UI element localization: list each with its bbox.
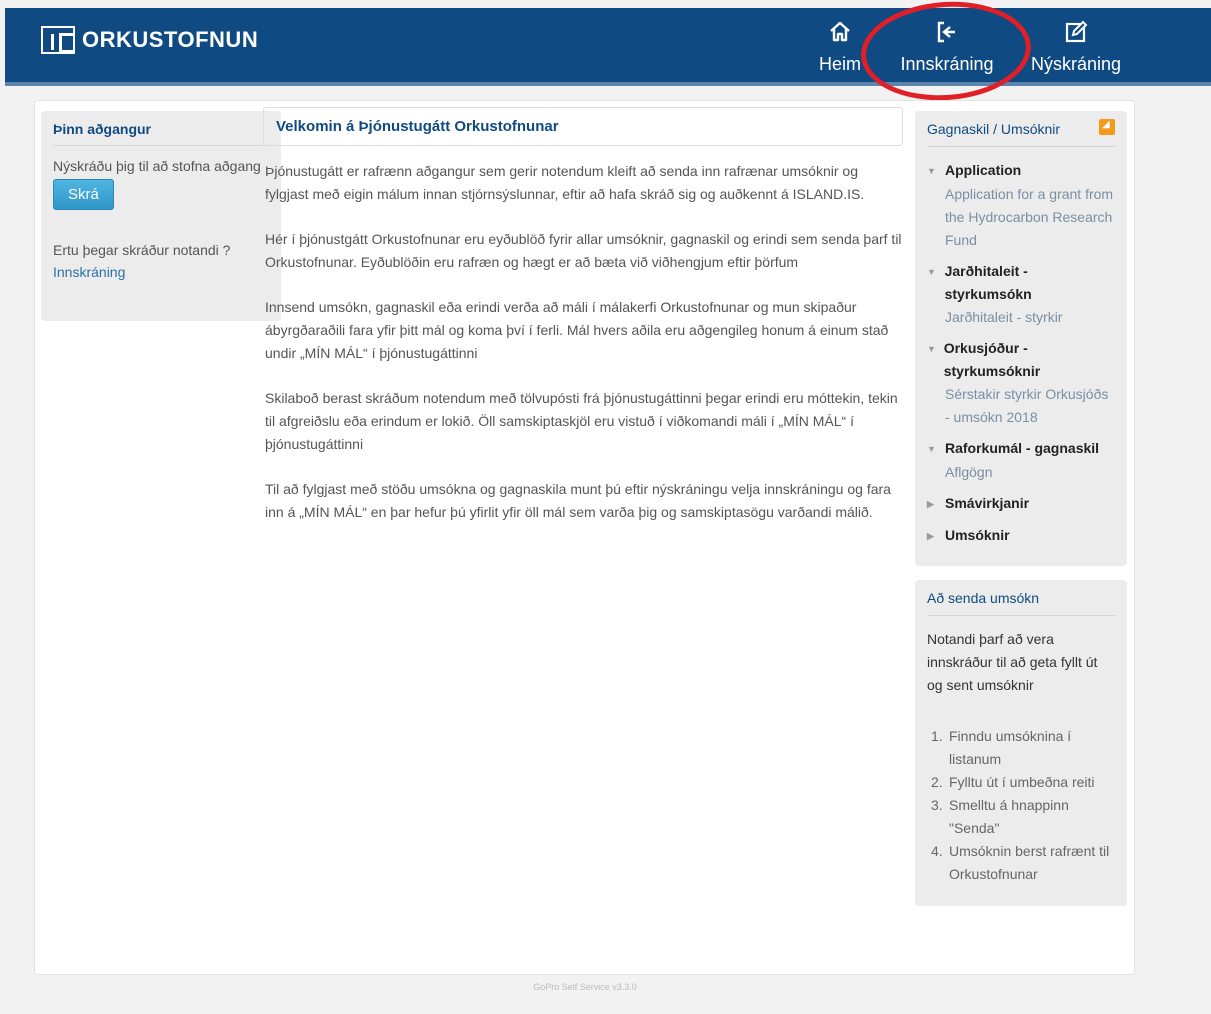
- notification-paragraph: Skilaboð berast skráðum notendum með töl…: [265, 390, 898, 452]
- nav-home[interactable]: Heim: [817, 20, 863, 75]
- expand-arrow-icon: ▶: [927, 499, 934, 509]
- signup-prompt-text: Nýskráðu þig til að stofna aðgang: [53, 158, 261, 174]
- right-sidebar: Gagnaskil / Umsóknir ▼ Application Appli…: [915, 111, 1127, 906]
- collapse-arrow-icon: ▼: [927, 267, 936, 277]
- category-toggle[interactable]: ▼ Orkusjóður - styrkumsóknir: [927, 337, 1115, 383]
- category-label: Jarðhitaleit - styrkumsókn: [944, 263, 1032, 302]
- category-raforkumal: ▼ Raforkumál - gagnaskil Aflgögn: [927, 437, 1115, 484]
- category-label: Umsóknir: [945, 527, 1010, 543]
- existing-user-question: Ertu þegar skráður notandi ?: [53, 242, 231, 258]
- category-label: Application: [945, 162, 1022, 178]
- nav-signup-label: Nýskráning: [1030, 54, 1122, 74]
- category-umsoknir: ▶ Umsóknir: [927, 524, 1115, 548]
- nav-home-label: Heim: [818, 54, 861, 74]
- list-item: 4. Umsóknin berst rafrænt til Orkustofnun…: [931, 843, 1110, 882]
- category-label: Smávirkjanir: [945, 495, 1030, 511]
- footer-version: GoPro Self Service v3.3.0: [533, 982, 637, 992]
- edit-icon: [1029, 20, 1123, 48]
- category-toggle[interactable]: ▶ Umsóknir: [927, 524, 1115, 548]
- orkustofnun-logo-icon: [41, 26, 75, 54]
- home-icon: [817, 20, 863, 48]
- nav-signup[interactable]: Nýskráning: [1029, 20, 1123, 75]
- intro-paragraph: Þjónustugátt er rafrænn aðgangur sem ger…: [265, 163, 865, 202]
- rss-icon[interactable]: [1099, 119, 1115, 135]
- main-container: Þinn aðgangur Nýskráðu þig til að stofna…: [34, 100, 1135, 975]
- list-item: 3. Smelltu á hnappinn "Senda": [931, 797, 1069, 836]
- applications-panel: Gagnaskil / Umsóknir ▼ Application Appli…: [915, 111, 1127, 566]
- welcome-content: Velkomin á Þjónustugátt Orkustofnunar Þj…: [263, 107, 903, 546]
- register-button[interactable]: Skrá: [53, 179, 114, 210]
- applications-panel-title: Gagnaskil / Umsóknir: [927, 119, 1115, 147]
- category-form-link[interactable]: Aflgögn: [945, 461, 1115, 484]
- category-orkusjodur: ▼ Orkusjóður - styrkumsóknir Sérstakir s…: [927, 337, 1115, 429]
- account-panel-title: Þinn aðgangur: [53, 121, 269, 146]
- category-smavirkjanir: ▶ Smávirkjanir: [927, 492, 1115, 516]
- steps-list: 1. Finndu umsóknina í listanum 2. Fylltu ú…: [927, 725, 1115, 886]
- how-to-send-title: Að senda umsókn: [927, 590, 1115, 616]
- list-item: 1. Finndu umsóknina í listanum: [931, 728, 1072, 767]
- logo[interactable]: ORKUSTOFNUN: [41, 26, 258, 54]
- account-panel: Þinn aðgangur Nýskráðu þig til að stofna…: [41, 111, 281, 321]
- category-form-link[interactable]: Sérstakir styrkir Orkusjóðs - umsókn 201…: [945, 383, 1115, 429]
- collapse-arrow-icon: ▼: [927, 166, 936, 176]
- category-toggle[interactable]: ▼ Jarðhitaleit - styrkumsókn: [927, 260, 1115, 306]
- logo-text: ORKUSTOFNUN: [82, 27, 259, 52]
- login-link[interactable]: Innskráning: [53, 261, 269, 283]
- category-jardhitaleit: ▼ Jarðhitaleit - styrkumsókn Jarðhitalei…: [927, 260, 1115, 329]
- collapse-arrow-icon: ▼: [927, 444, 936, 454]
- category-toggle[interactable]: ▶ Smávirkjanir: [927, 492, 1115, 516]
- expand-arrow-icon: ▶: [927, 531, 934, 541]
- category-toggle[interactable]: ▼ Application: [927, 159, 1115, 183]
- category-form-link[interactable]: Application for a grant from the Hydroca…: [945, 183, 1115, 252]
- category-label: Raforkumál - gagnaskil: [945, 440, 1100, 456]
- how-to-send-text: Notandi þarf að vera innskráður til að g…: [927, 631, 1098, 693]
- how-to-send-panel: Að senda umsókn Notandi þarf að vera inn…: [915, 580, 1127, 906]
- category-label: Orkusjóður - styrkumsóknir: [943, 340, 1041, 379]
- applications-title-text: Gagnaskil / Umsóknir: [927, 121, 1061, 137]
- category-toggle[interactable]: ▼ Raforkumál - gagnaskil: [927, 437, 1115, 461]
- category-form-link[interactable]: Jarðhitaleit - styrkir: [945, 306, 1115, 329]
- collapse-arrow-icon: ▼: [927, 344, 936, 354]
- forms-paragraph: Hér í þjónustgátt Orkustofnunar eru eyðu…: [265, 231, 902, 270]
- tracking-paragraph: Til að fylgjast með stöðu umsókna og gag…: [265, 481, 891, 520]
- submission-paragraph: Innsend umsókn, gagnaskil eða erindi ver…: [265, 299, 889, 361]
- page-title: Velkomin á Þjónustugátt Orkustofnunar: [263, 107, 903, 146]
- list-item: 2. Fylltu út í umbeðna reiti: [931, 774, 1095, 790]
- category-application: ▼ Application Application for a grant fr…: [927, 159, 1115, 252]
